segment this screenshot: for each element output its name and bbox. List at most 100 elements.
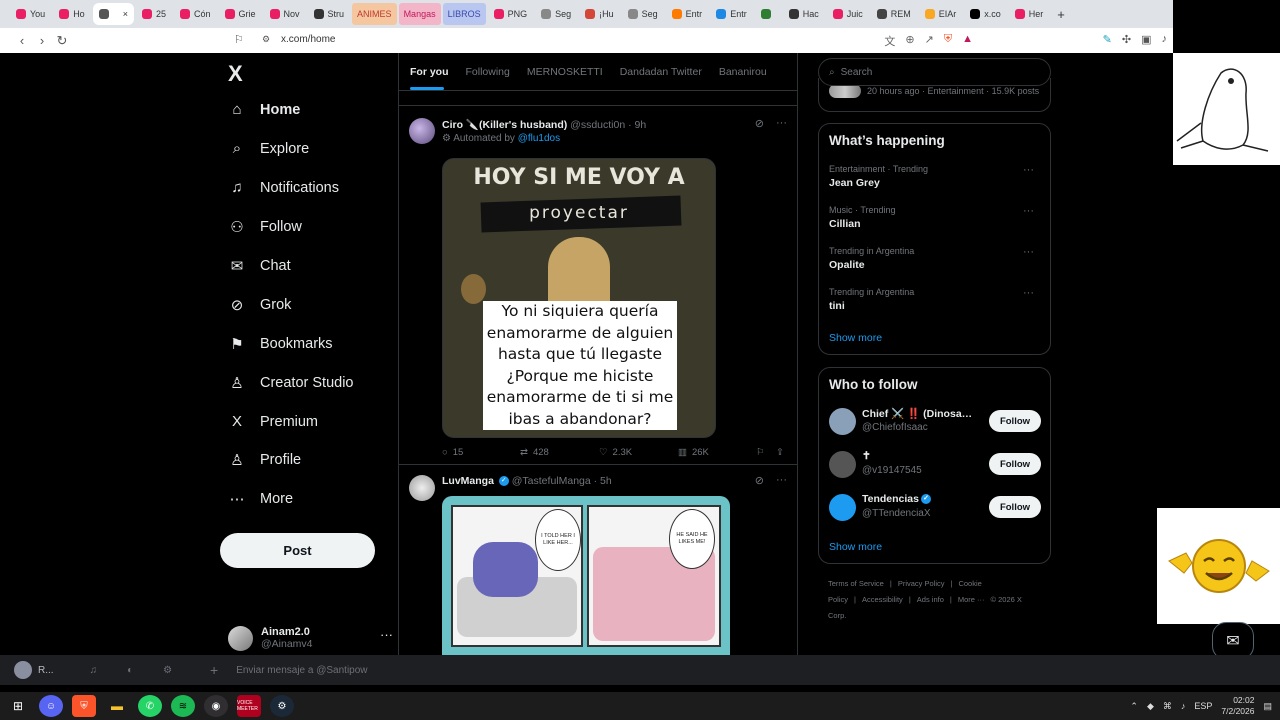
browser-tab[interactable]: You (10, 3, 51, 25)
tweet-time[interactable]: · 9h (628, 119, 646, 131)
tweet-author-name[interactable]: Ciro 🔪(Killer's husband) (442, 119, 567, 131)
browser-tab[interactable]: Entr (710, 3, 753, 25)
headphones-icon[interactable]: ◐ (127, 665, 133, 676)
tray-app-icon[interactable]: ◆ (1147, 701, 1154, 712)
follow-button[interactable]: Follow (989, 496, 1041, 518)
follow-suggestion[interactable]: Tendencias ✓ @TTendenciaX Follow (829, 492, 1041, 524)
show-more-trends-link[interactable]: Show more (829, 332, 882, 344)
sidebar-item-grok[interactable]: ⊘ Grok (228, 296, 292, 314)
sidebar-item-bookmarks[interactable]: ⚑ Bookmarks (228, 335, 332, 353)
follow-suggestion[interactable]: Chief ⚔️ ‼️ (Dinosa…✓ @ChiefofIsaac Follow (829, 406, 1041, 438)
trend-item[interactable]: Trending in Argentina Opalite ··· (829, 246, 1044, 271)
tweet-time[interactable]: · 5h (594, 475, 612, 487)
grok-icon[interactable]: ⊘ (755, 117, 764, 130)
sidebar-item-creator-studio[interactable]: ♙ Creator Studio (228, 374, 353, 392)
browser-tab[interactable]: REM (871, 3, 917, 25)
translate-icon[interactable]: 文 (884, 33, 895, 49)
puzzle-icon[interactable]: ✣ (1122, 33, 1131, 46)
browser-tab[interactable]: 25 (136, 3, 172, 25)
browser-tab[interactable]: Her (1009, 3, 1050, 25)
automated-by-link[interactable]: @flu1dos (518, 133, 560, 144)
sidebar-item-chat[interactable]: ✉ Chat (228, 257, 291, 275)
tab-group[interactable]: ANIMES (352, 3, 397, 25)
browser-tab[interactable]: EIAr (919, 3, 963, 25)
tweet-author-handle[interactable]: @TastefulManga (512, 475, 591, 487)
browser-tab[interactable]: PNG (488, 3, 534, 25)
more-icon[interactable]: ··· (1023, 287, 1034, 299)
reply-button[interactable]: ○ 15 (442, 447, 520, 458)
voicemeeter-icon[interactable]: VOICE MEETER (237, 695, 261, 717)
sidebar-item-premium[interactable]: X Premium (228, 413, 318, 430)
tab-following[interactable]: Following (466, 66, 510, 78)
chevron-up-icon[interactable]: ⌃ (1130, 701, 1138, 712)
browser-tab[interactable] (755, 3, 781, 25)
mic-icon[interactable]: ♫ (90, 665, 98, 676)
sidebar-item-follow[interactable]: ⚇ Follow (228, 218, 302, 236)
new-tab-button[interactable]: + (1051, 3, 1071, 25)
tab-mernosketti[interactable]: MERNOSKETTI (527, 66, 603, 78)
bookmark-button[interactable]: ⚐ (756, 447, 776, 458)
obs-icon[interactable]: ◉ (204, 695, 228, 717)
more-icon[interactable]: ··· (776, 117, 787, 130)
more-icon[interactable]: ··· (776, 474, 787, 487)
footer-link[interactable]: Accessibility (862, 595, 903, 604)
follow-button[interactable]: Follow (989, 453, 1041, 475)
file-explorer-icon[interactable]: ▬ (105, 695, 129, 717)
browser-tab[interactable]: Hac (783, 3, 825, 25)
repost-button[interactable]: ⇄ 428 (520, 447, 599, 458)
media-icon[interactable]: ♪ (1162, 33, 1168, 46)
footer-link[interactable]: More ··· (958, 595, 985, 604)
browser-tab[interactable]: ¡Hu (579, 3, 620, 25)
network-icon[interactable]: ⌘ (1163, 701, 1172, 712)
spotify-icon[interactable]: ≋ (171, 695, 195, 717)
more-icon[interactable]: ··· (1023, 246, 1034, 258)
add-attachment-icon[interactable]: + (210, 662, 218, 678)
account-switcher[interactable]: Ainam2.0 @Ainamv4 ··· (228, 623, 393, 653)
browser-tab[interactable]: x.co (964, 3, 1007, 25)
close-tab-icon[interactable]: × (123, 9, 128, 19)
steam-icon[interactable]: ⚙ (270, 695, 294, 717)
browser-tab[interactable]: Nov (264, 3, 306, 25)
sidebar-item-explore[interactable]: ⌕ Explore (228, 140, 309, 157)
grok-icon[interactable]: ⊘ (755, 474, 764, 487)
notification-icon[interactable]: ▤ (1263, 701, 1272, 712)
tweet-media[interactable]: I TOLD HER I LIKE HER... HE SAID HE LIKE… (442, 496, 730, 666)
sidebar-item-notifications[interactable]: ♫ Notifications (228, 179, 339, 196)
browser-tab[interactable]: Grie (219, 3, 262, 25)
extension-icon[interactable]: ✎ (1103, 33, 1112, 46)
tab-bananirou[interactable]: Bananirou (719, 66, 767, 78)
discord-icon[interactable]: ☺ (39, 695, 63, 717)
reload-icon[interactable]: ↻ (52, 33, 72, 49)
search-input[interactable]: ⌕ Search (818, 58, 1051, 86)
sidebar-toggle-icon[interactable]: ▣ (1141, 33, 1151, 46)
browser-tab[interactable]: Stru (308, 3, 351, 25)
tab-for-you[interactable]: For you (410, 66, 449, 78)
follow-button[interactable]: Follow (989, 410, 1041, 432)
like-button[interactable]: ♡ 2.3K (599, 447, 678, 458)
zoom-icon[interactable]: ⊕ (905, 33, 914, 49)
tweet[interactable]: Ciro 🔪(Killer's husband) @ssducti0n · 9h… (399, 106, 797, 465)
browser-tab[interactable]: Entr (666, 3, 709, 25)
message-input[interactable]: + Enviar mensaje a @Santipow (200, 659, 1135, 681)
trend-item[interactable]: Entertainment · Trending Jean Grey ··· (829, 164, 1044, 189)
footer-link[interactable]: Terms of Service (828, 579, 884, 588)
lang-indicator[interactable]: ESP (1194, 701, 1212, 711)
sidebar-item-home[interactable]: ⌂ Home (228, 101, 300, 118)
back-icon[interactable]: ‹ (12, 33, 32, 48)
volume-icon[interactable]: ♪ (1181, 701, 1186, 711)
forward-icon[interactable]: › (32, 33, 52, 48)
bookmark-page-icon[interactable]: ⚐ (234, 33, 244, 46)
brave-icon[interactable]: ⛨ (72, 695, 96, 717)
share-button[interactable]: ⇪ (776, 447, 784, 458)
footer-link[interactable]: Privacy Policy (898, 579, 945, 588)
whatsapp-icon[interactable]: ✆ (138, 695, 162, 717)
tweet-author-name[interactable]: LuvManga (442, 475, 494, 487)
share-icon[interactable]: ↗ (925, 33, 934, 49)
footer-link[interactable]: Ads info (917, 595, 944, 604)
brave-rewards-icon[interactable]: ▲ (962, 33, 973, 49)
sidebar-item-profile[interactable]: ♙ Profile (228, 451, 301, 469)
more-icon[interactable]: ··· (1023, 205, 1034, 217)
show-more-follows-link[interactable]: Show more (829, 541, 882, 553)
browser-tab[interactable]: Juic (827, 3, 869, 25)
browser-tab[interactable]: Cón (174, 3, 217, 25)
